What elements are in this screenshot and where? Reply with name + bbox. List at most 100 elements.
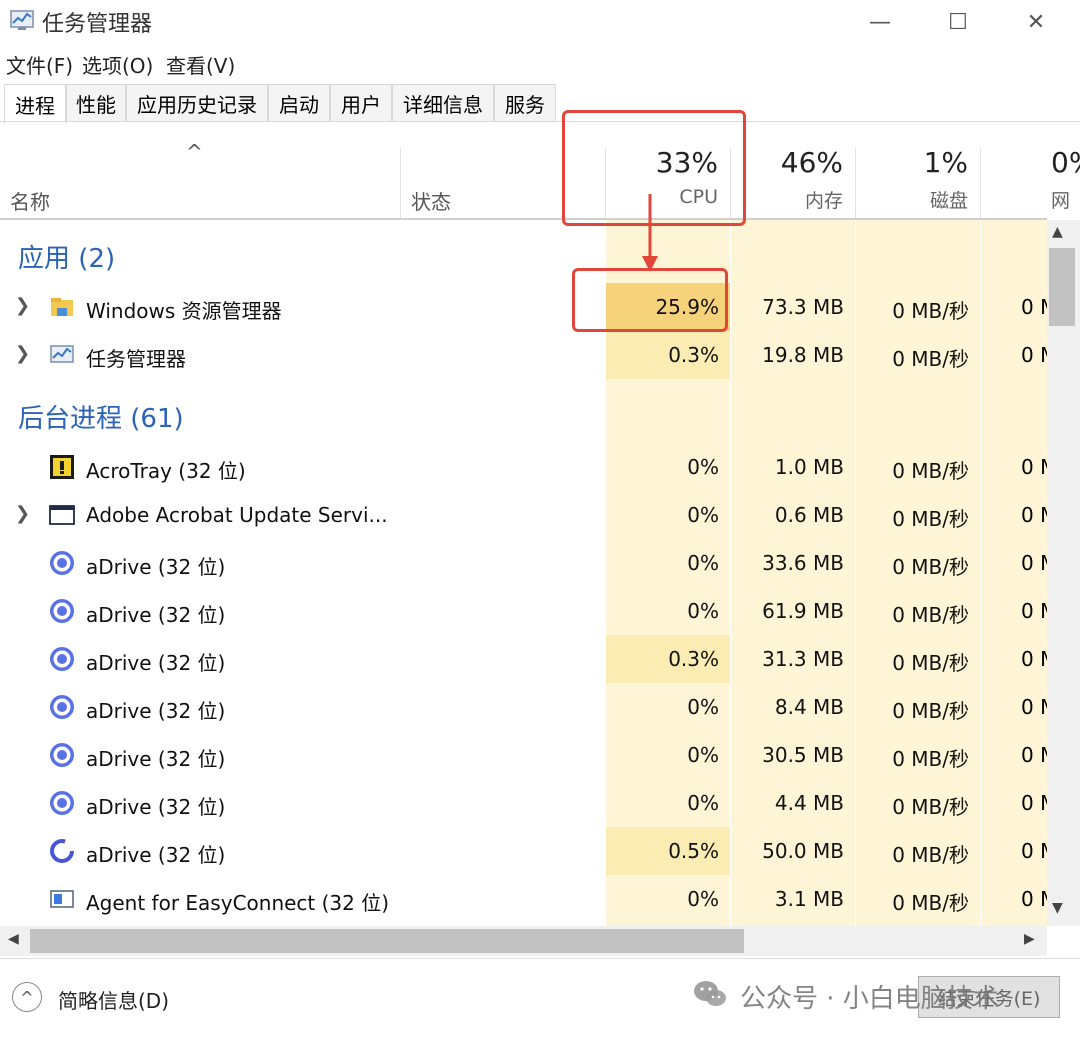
- menu-view[interactable]: 查看(V): [166, 50, 235, 79]
- disk-label: 磁盘: [929, 190, 968, 212]
- tab-processes[interactable]: 进程: [4, 84, 66, 124]
- table-row[interactable]: aDrive (32 位) 0% 30.5 MB 0 MB/秒 0 M: [0, 731, 1047, 779]
- horizontal-scroll-thumb[interactable]: [30, 929, 744, 953]
- table-row[interactable]: aDrive (32 位) 0.3% 31.3 MB 0 MB/秒 0 M: [0, 635, 1047, 683]
- brief-info-link[interactable]: 简略信息(D): [58, 985, 169, 1014]
- tab-bar: 进程 性能 应用历史记录 启动 用户 详细信息 服务: [0, 84, 560, 124]
- maximize-button[interactable]: ☐: [918, 0, 998, 44]
- vertical-scroll-thumb[interactable]: [1049, 248, 1075, 326]
- close-icon: ✕: [1026, 9, 1046, 35]
- disk-cell: 0 MB/秒: [892, 459, 969, 483]
- window-title: 任务管理器: [42, 12, 153, 37]
- footer-divider: [0, 958, 1080, 959]
- table-row[interactable]: ❯ Adobe Acrobat Update Servi... 0% 0.6 MB 0 …: [0, 491, 1047, 539]
- annotation-box-cpu-value: [572, 268, 728, 332]
- process-table: 应用 (2) ❯ Windows 资源管理器 25.9% 73.3 MB 0 MB/秒 0 …: [0, 220, 1047, 926]
- table-row[interactable]: aDrive (32 位) 0% 8.4 MB 0 MB/秒 0 M: [0, 683, 1047, 731]
- tab-startup[interactable]: 启动: [268, 84, 330, 122]
- process-name: aDrive (32 位): [86, 555, 226, 579]
- table-row[interactable]: aDrive (32 位) 0.5% 50.0 MB 0 MB/秒 0 M: [0, 827, 1047, 875]
- memory-cell: 61.9 MB: [762, 599, 844, 623]
- acrotray-icon: [49, 454, 75, 480]
- column-name-header[interactable]: 名称: [10, 186, 50, 215]
- memory-cell: 4.4 MB: [774, 791, 844, 815]
- disk-cell: 0 MB/秒: [892, 603, 969, 627]
- process-name: aDrive (32 位): [86, 651, 226, 675]
- cpu-cell: 0%: [687, 551, 719, 575]
- agent-icon: [49, 886, 75, 912]
- close-button[interactable]: ✕: [996, 0, 1076, 44]
- group-header-apps[interactable]: 应用 (2): [18, 238, 115, 275]
- folder-icon: [49, 294, 75, 320]
- network-cell: 0 M: [1021, 599, 1047, 623]
- table-row[interactable]: ❯ 任务管理器 0.3% 19.8 MB 0 MB/秒 0 M: [0, 331, 1047, 379]
- minimize-icon: —: [869, 9, 891, 35]
- scroll-down-icon[interactable]: ▼: [1052, 900, 1063, 916]
- menu-file[interactable]: 文件(F): [6, 50, 73, 79]
- cpu-cell: 0%: [687, 695, 719, 719]
- memory-cell: 19.8 MB: [762, 343, 844, 367]
- column-separator: [400, 148, 401, 218]
- window-icon: [49, 502, 75, 528]
- maximize-icon: ☐: [948, 9, 968, 35]
- tab-app-history[interactable]: 应用历史记录: [126, 84, 268, 122]
- table-row[interactable]: ❯Windows 资源管理器25.9%73.3 MB0 MB/秒0 M: [0, 283, 1047, 331]
- minimize-button[interactable]: —: [840, 0, 920, 44]
- table-row[interactable]: Agent for EasyConnect (32 位) 0% 3.1 MB 0 MB…: [0, 875, 1047, 923]
- network-cell: 0 M: [1021, 887, 1047, 911]
- scroll-up-icon[interactable]: ▲: [1052, 224, 1063, 240]
- watermark-text: 公众号 · 小白电脑技术: [740, 984, 999, 1014]
- scroll-left-icon[interactable]: ◀: [8, 931, 19, 947]
- expand-chevron-icon[interactable]: ❯: [15, 295, 30, 316]
- process-name: aDrive (32 位): [86, 843, 226, 867]
- process-name: Agent for EasyConnect (32 位): [86, 891, 390, 915]
- disk-cell: 0 MB/秒: [892, 555, 969, 579]
- cpu-cell: 0.3%: [668, 343, 719, 367]
- expand-chevron-icon[interactable]: ❯: [15, 503, 30, 524]
- table-row[interactable]: aDrive (32 位) 0% 61.9 MB 0 MB/秒 0 M: [0, 587, 1047, 635]
- expand-chevron-icon[interactable]: ❯: [15, 343, 30, 364]
- table-row[interactable]: aDrive (32 位) 0% 33.6 MB 0 MB/秒 0 M: [0, 539, 1047, 587]
- disk-cell: 0 MB/秒: [892, 507, 969, 531]
- network-cell: 0 M: [1021, 743, 1047, 767]
- adrive2-icon: [49, 838, 75, 864]
- column-network-header[interactable]: 0% 网络: [981, 140, 1080, 218]
- network-label: 网络: [1051, 190, 1071, 218]
- group-header-background[interactable]: 后台进程 (61): [18, 398, 184, 435]
- adrive-icon: [49, 646, 75, 672]
- table-row[interactable]: aDrive (32 位) 0% 4.4 MB 0 MB/秒 0 M: [0, 779, 1047, 827]
- disk-cell: 0 MB/秒: [892, 891, 969, 915]
- adrive-icon: [49, 790, 75, 816]
- network-cell: 0 M: [1021, 647, 1047, 671]
- tab-users[interactable]: 用户: [330, 84, 392, 122]
- scroll-right-icon[interactable]: ▶: [1024, 931, 1035, 947]
- process-name: 任务管理器: [86, 347, 186, 371]
- memory-cell: 0.6 MB: [774, 503, 844, 527]
- cpu-cell: 0%: [687, 887, 719, 911]
- memory-cell: 3.1 MB: [774, 887, 844, 911]
- tab-divider: [0, 121, 1080, 122]
- memory-cell: 1.0 MB: [774, 455, 844, 479]
- process-name: aDrive (32 位): [86, 795, 226, 819]
- tab-details[interactable]: 详细信息: [392, 84, 494, 122]
- disk-cell: 0 MB/秒: [892, 795, 969, 819]
- disk-cell: 0 MB/秒: [892, 299, 969, 323]
- network-cell: 0 M: [1021, 503, 1047, 527]
- memory-cell: 30.5 MB: [762, 743, 844, 767]
- collapse-chevron-icon[interactable]: ^: [12, 982, 42, 1012]
- column-memory-header[interactable]: 46% 内存: [731, 140, 855, 218]
- disk-total-percent: 1%: [923, 146, 968, 179]
- disk-cell: 0 MB/秒: [892, 347, 969, 371]
- table-row[interactable]: AcroTray (32 位) 0% 1.0 MB 0 MB/秒 0 M: [0, 443, 1047, 491]
- cpu-cell: 0%: [687, 503, 719, 527]
- menu-options[interactable]: 选项(O): [82, 50, 153, 79]
- adrive-icon: [49, 694, 75, 720]
- column-status-header[interactable]: 状态: [411, 186, 451, 215]
- process-name: aDrive (32 位): [86, 603, 226, 627]
- memory-cell: 50.0 MB: [762, 839, 844, 863]
- sort-arrow-icon: ^: [186, 140, 203, 164]
- column-disk-header[interactable]: 1% 磁盘: [856, 140, 980, 218]
- tab-performance[interactable]: 性能: [66, 84, 126, 122]
- tab-services[interactable]: 服务: [494, 84, 556, 122]
- disk-cell: 0 MB/秒: [892, 699, 969, 723]
